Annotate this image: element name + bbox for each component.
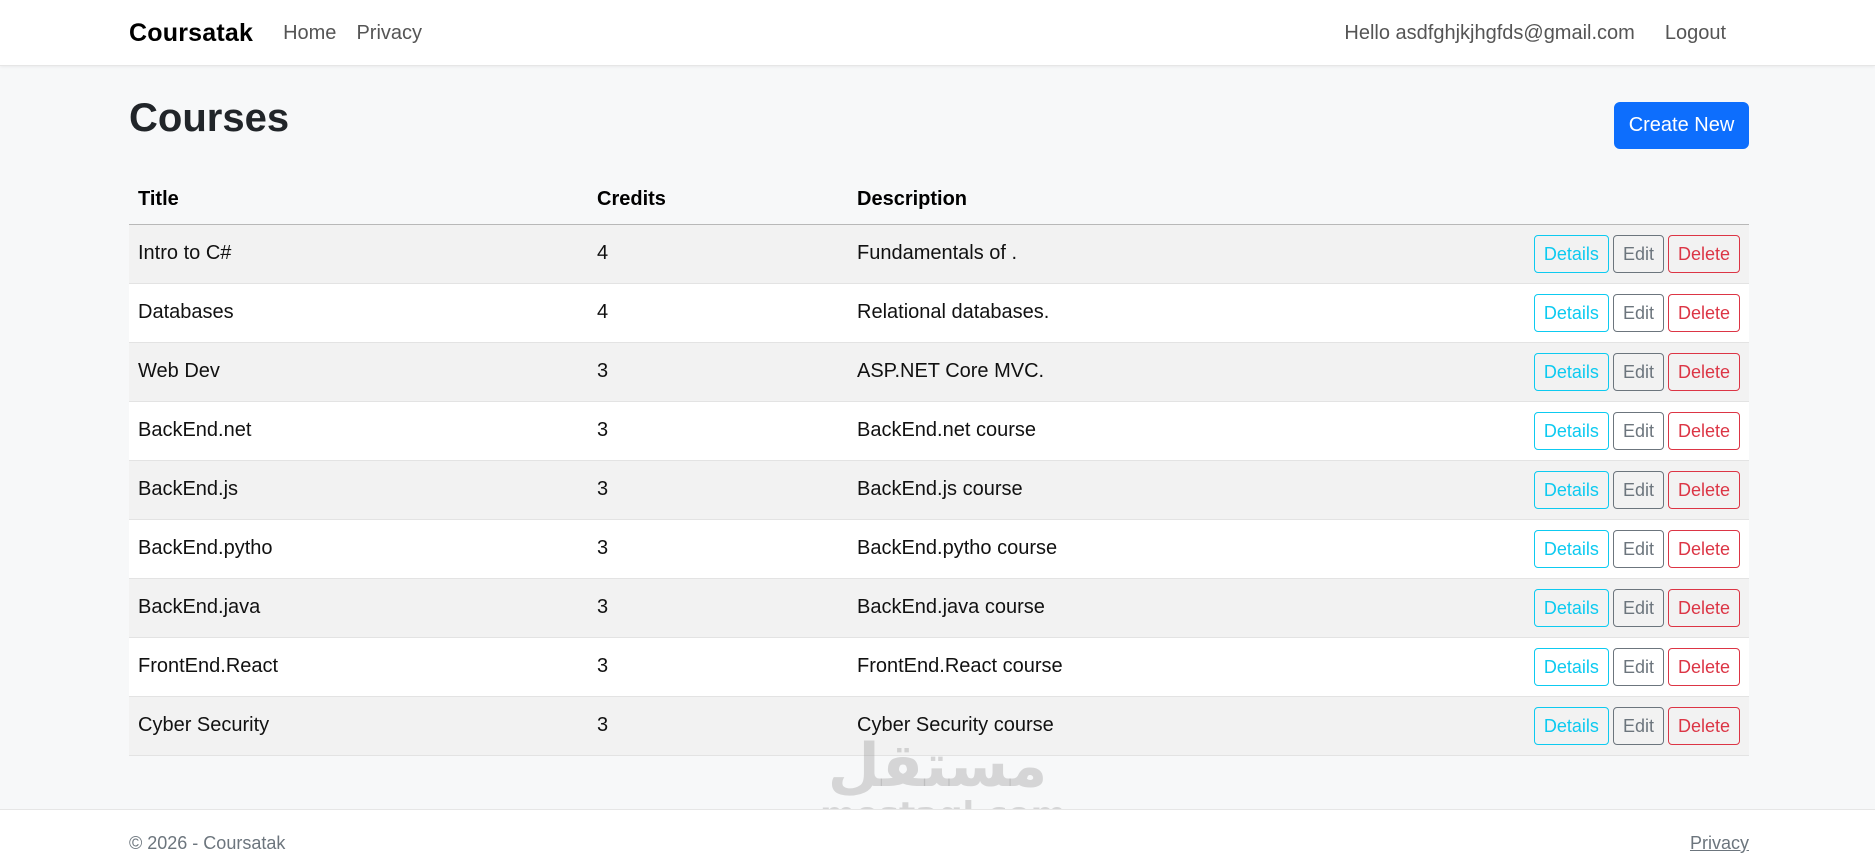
table-row: BackEnd.java 3 BackEnd.java course Details E… — [129, 578, 1749, 638]
cell-description: Relational databases. — [848, 283, 1408, 343]
details-button[interactable]: Details — [1533, 293, 1609, 332]
navbar-container: Coursatak Home Privacy Hello asdfghjkjhg… — [129, 0, 1746, 66]
delete-button[interactable]: Delete — [1667, 470, 1740, 509]
cell-credits: 3 — [588, 519, 848, 579]
cell-description: FrontEnd.React course — [848, 637, 1408, 697]
cell-actions: Details Edit Delete — [1408, 224, 1749, 284]
table-row: Web Dev 3 ASP.NET Core MVC. Details Edit Dele… — [129, 342, 1749, 402]
cell-title: Databases — [129, 283, 588, 343]
table-row: BackEnd.net 3 BackEnd.net course Details Edi… — [129, 401, 1749, 461]
user-greeting-link[interactable]: Hello asdfghjkjhgfds@gmail.com — [1344, 22, 1634, 45]
cell-credits: 4 — [588, 224, 848, 284]
cell-actions: Details Edit Delete — [1408, 401, 1749, 461]
cell-actions: Details Edit Delete — [1408, 578, 1749, 638]
edit-button[interactable]: Edit — [1612, 470, 1664, 509]
edit-button[interactable]: Edit — [1612, 293, 1664, 332]
cell-credits: 3 — [588, 696, 848, 756]
cell-description: ASP.NET Core MVC. — [848, 342, 1408, 402]
delete-button[interactable]: Delete — [1667, 647, 1740, 686]
table-row: FrontEnd.React 3 FrontEnd.React course Deta… — [129, 637, 1749, 697]
cell-actions: Details Edit Delete — [1408, 637, 1749, 697]
cell-credits: 3 — [588, 342, 848, 402]
table-row: Databases 4 Relational databases. Details Ed… — [129, 283, 1749, 343]
details-button[interactable]: Details — [1533, 588, 1609, 627]
table-row: BackEnd.js 3 BackEnd.js course Details Edit D… — [129, 460, 1749, 520]
cell-credits: 4 — [588, 283, 848, 343]
edit-button[interactable]: Edit — [1612, 706, 1664, 745]
delete-button[interactable]: Delete — [1667, 706, 1740, 745]
delete-button[interactable]: Delete — [1667, 529, 1740, 568]
table-row: BackEnd.pytho 3 BackEnd.pytho course Detail… — [129, 519, 1749, 579]
nav-link-home[interactable]: Home — [283, 22, 336, 45]
cell-actions: Details Edit Delete — [1408, 460, 1749, 520]
brand-logo[interactable]: Coursatak — [129, 19, 253, 48]
delete-button[interactable]: Delete — [1667, 411, 1740, 450]
details-button[interactable]: Details — [1533, 411, 1609, 450]
nav-user-area: Hello asdfghjkjhgfds@gmail.com Logout — [1344, 22, 1746, 45]
details-button[interactable]: Details — [1533, 647, 1609, 686]
cell-credits: 3 — [588, 637, 848, 697]
table-row: Cyber Security 3 Cyber Security course Deta… — [129, 696, 1749, 756]
nav-link-privacy[interactable]: Privacy — [356, 22, 422, 45]
delete-button[interactable]: Delete — [1667, 352, 1740, 391]
page-title: Courses — [129, 96, 290, 140]
details-button[interactable]: Details — [1533, 234, 1609, 273]
delete-button[interactable]: Delete — [1667, 234, 1740, 273]
delete-button[interactable]: Delete — [1667, 293, 1740, 332]
cell-credits: 3 — [588, 401, 848, 461]
delete-button[interactable]: Delete — [1667, 588, 1740, 627]
cell-title: Intro to C# — [129, 224, 588, 284]
column-header-description: Description — [848, 176, 1408, 225]
courses-table: Title Credits Description Intro to C# 4 Fu… — [129, 176, 1749, 756]
table-header: Title Credits Description — [129, 176, 1749, 225]
column-header-actions — [1408, 176, 1749, 225]
create-new-button[interactable]: Create New — [1614, 102, 1749, 149]
cell-title: BackEnd.js — [129, 460, 588, 520]
footer-copyright: © 2026 - Coursatak — [129, 833, 286, 853]
cell-credits: 3 — [588, 578, 848, 638]
cell-actions: Details Edit Delete — [1408, 342, 1749, 402]
table-row: Intro to C# 4 Fundamentals of . Details Edit… — [129, 224, 1749, 284]
details-button[interactable]: Details — [1533, 706, 1609, 745]
cell-description: BackEnd.net course — [848, 401, 1408, 461]
column-header-credits: Credits — [588, 176, 848, 225]
table-header-row: Title Credits Description — [129, 176, 1749, 225]
column-header-title: Title — [129, 176, 588, 225]
footer-privacy-link[interactable]: Privacy — [1690, 833, 1749, 854]
details-button[interactable]: Details — [1533, 470, 1609, 509]
cell-description: BackEnd.java course — [848, 578, 1408, 638]
cell-title: Web Dev — [129, 342, 588, 402]
details-button[interactable]: Details — [1533, 352, 1609, 391]
cell-actions: Details Edit Delete — [1408, 696, 1749, 756]
details-button[interactable]: Details — [1533, 529, 1609, 568]
edit-button[interactable]: Edit — [1612, 234, 1664, 273]
cell-actions: Details Edit Delete — [1408, 519, 1749, 579]
top-navbar: Coursatak Home Privacy Hello asdfghjkjhg… — [0, 0, 1875, 66]
cell-title: FrontEnd.React — [129, 637, 588, 697]
cell-description: Fundamentals of . — [848, 224, 1408, 284]
cell-title: BackEnd.net — [129, 401, 588, 461]
cell-title: Cyber Security — [129, 696, 588, 756]
cell-actions: Details Edit Delete — [1408, 283, 1749, 343]
logout-button[interactable]: Logout — [1665, 22, 1726, 45]
cell-description: BackEnd.pytho course — [848, 519, 1408, 579]
cell-title: BackEnd.java — [129, 578, 588, 638]
table-body: Intro to C# 4 Fundamentals of . Details Edit… — [129, 224, 1749, 756]
cell-title: BackEnd.pytho — [129, 519, 588, 579]
edit-button[interactable]: Edit — [1612, 588, 1664, 627]
cell-credits: 3 — [588, 460, 848, 520]
edit-button[interactable]: Edit — [1612, 529, 1664, 568]
edit-button[interactable]: Edit — [1612, 647, 1664, 686]
cell-description: BackEnd.js course — [848, 460, 1408, 520]
edit-button[interactable]: Edit — [1612, 352, 1664, 391]
footer: © 2026 - Coursatak Privacy — [0, 809, 1875, 861]
edit-button[interactable]: Edit — [1612, 411, 1664, 450]
cell-description: Cyber Security course — [848, 696, 1408, 756]
